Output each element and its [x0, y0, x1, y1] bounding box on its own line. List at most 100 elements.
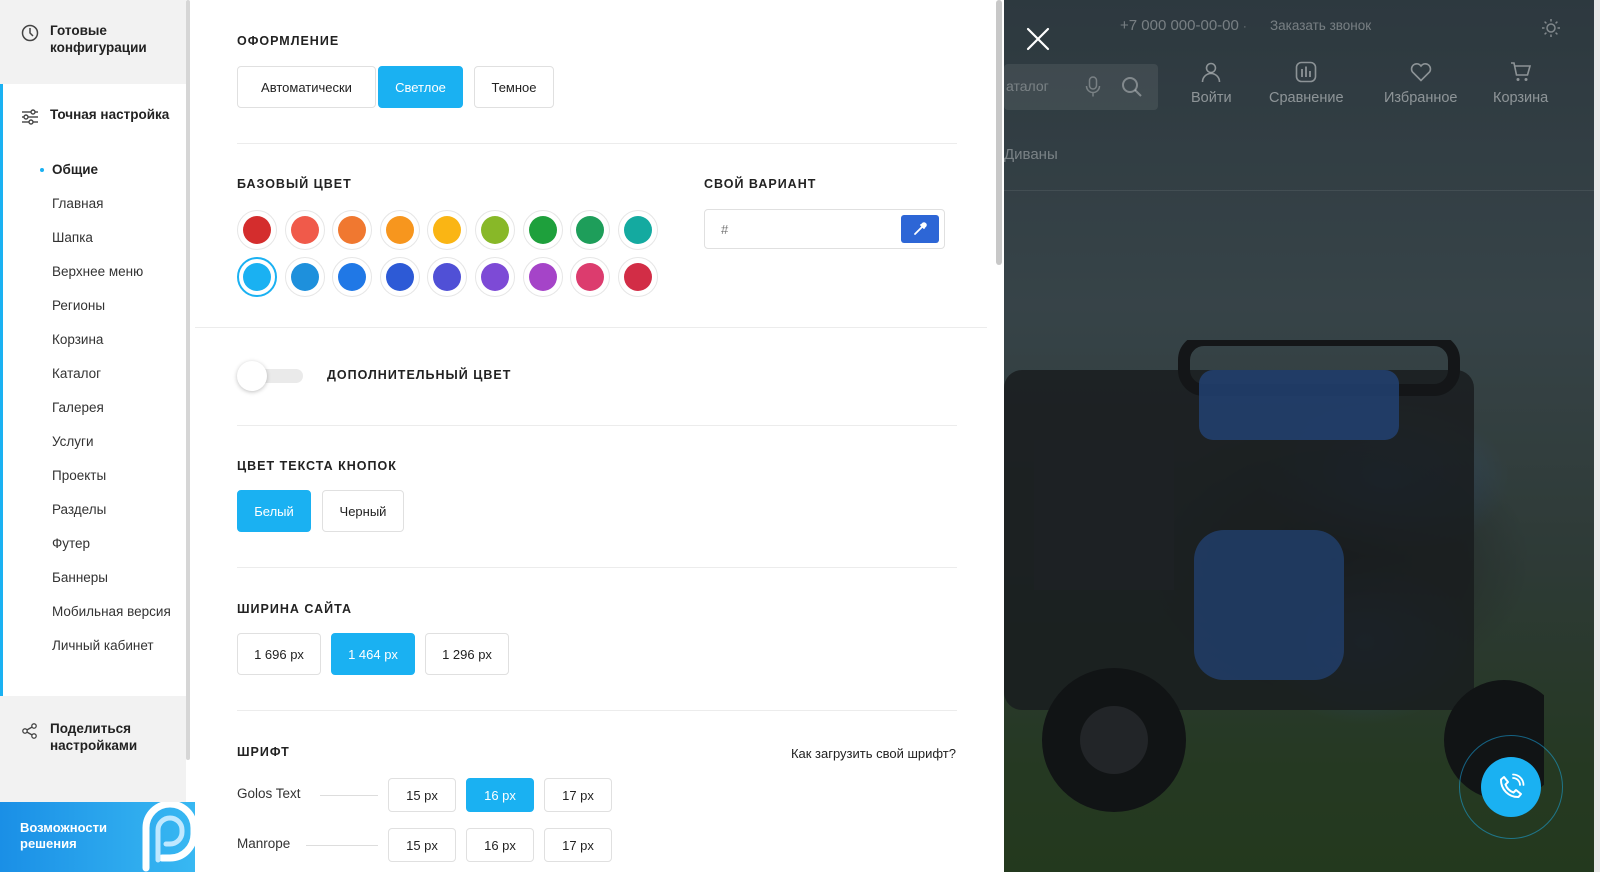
color-swatch-fill [290, 216, 319, 244]
nav-item[interactable]: Личный кабинет [52, 637, 177, 654]
font-size-option[interactable]: 17 px [544, 828, 612, 862]
color-swatch-fill [481, 216, 509, 244]
color-swatch-fill [528, 216, 557, 244]
divider [195, 327, 987, 328]
theme-option-button[interactable]: Автоматически [237, 66, 376, 108]
preview-login: Войти [1191, 60, 1232, 106]
theme-option-button[interactable]: Светлое [378, 66, 463, 108]
font-size-option[interactable]: 16 px [466, 828, 534, 862]
color-swatch[interactable] [379, 210, 420, 250]
color-swatch[interactable] [284, 257, 325, 297]
heart-icon [1410, 63, 1431, 82]
divider [237, 567, 957, 568]
color-swatch[interactable] [284, 210, 325, 250]
search-icon [1122, 77, 1142, 97]
configs-icon [21, 24, 39, 42]
font-name-label: Manrope [237, 836, 291, 851]
nav-item[interactable]: Галерея [52, 399, 177, 416]
nav-items-list: Общие Главная Шапка Верхнее меню Регионы Корз… [40, 161, 177, 671]
page-scrollbar[interactable] [1594, 0, 1600, 872]
site-width-title: ШИРИНА САЙТА [237, 602, 352, 616]
eyedropper-icon [914, 222, 927, 235]
color-picker-button[interactable] [901, 215, 939, 243]
nav-item[interactable]: Баннеры [52, 569, 177, 586]
color-swatch[interactable] [379, 257, 420, 297]
preview-search: аталог [1004, 64, 1158, 110]
button-text-option[interactable]: Белый [237, 490, 311, 532]
nav-scrollbar[interactable] [186, 0, 190, 760]
base-color-title: БАЗОВЫЙ ЦВЕТ [237, 177, 352, 191]
nav-ready-configs[interactable]: Готовые конфигурации [0, 0, 186, 84]
color-swatch[interactable] [570, 210, 611, 250]
share-icon [22, 723, 37, 739]
settings-panel [195, 0, 1002, 872]
toggle-knob [237, 361, 267, 391]
color-swatch-fill [385, 263, 414, 291]
font-size-option[interactable]: 16 px [466, 778, 534, 812]
site-width-option[interactable]: 1 296 px [425, 633, 509, 675]
phone-icon [1499, 773, 1525, 799]
close-icon[interactable] [1025, 26, 1051, 52]
color-swatch-fill [481, 263, 509, 291]
nav-item[interactable]: Разделы [52, 501, 177, 518]
color-swatch[interactable] [237, 210, 277, 250]
preview-compare: Сравнение [1269, 60, 1344, 106]
compare-icon [1295, 61, 1317, 83]
color-swatch[interactable] [570, 257, 611, 297]
nav-item[interactable]: Шапка [52, 229, 177, 246]
color-swatch-fill [243, 216, 271, 244]
nav-share-label: Поделиться настройками [50, 721, 138, 753]
upload-font-link[interactable]: Как загрузить свой шрифт? [791, 746, 956, 761]
font-size-option[interactable]: 15 px [388, 828, 456, 862]
site-width-option[interactable]: 1 464 px [331, 633, 415, 675]
color-swatch-fill [576, 216, 605, 244]
color-swatch[interactable] [522, 257, 563, 297]
color-swatch[interactable] [475, 257, 515, 297]
sliders-icon [22, 109, 38, 125]
callback-button[interactable] [1481, 757, 1541, 817]
color-swatch-fill [290, 263, 319, 291]
button-text-option[interactable]: Черный [322, 490, 404, 532]
color-swatch[interactable] [617, 210, 658, 250]
preview-search-text: аталог [1006, 78, 1049, 94]
color-swatch-fill [385, 216, 414, 244]
microphone-icon [1085, 76, 1101, 97]
color-swatch-fill [528, 263, 557, 291]
features-banner[interactable]: Возможности решения [0, 802, 195, 872]
nav-item[interactable]: Верхнее меню [52, 263, 177, 280]
color-swatch-fill [623, 263, 652, 291]
color-swatch[interactable] [522, 210, 563, 250]
color-swatch[interactable] [617, 257, 658, 297]
theme-option-button[interactable]: Темное [474, 66, 554, 108]
color-swatch[interactable] [475, 210, 515, 250]
nav-item[interactable]: Корзина [52, 331, 177, 348]
preview-menu-item: Диваны [1004, 146, 1058, 163]
nav-share-settings[interactable]: Поделиться настройками [0, 696, 186, 802]
nav-item[interactable]: Главная [52, 195, 177, 212]
color-swatch[interactable] [237, 257, 277, 297]
extra-color-title: ДОПОЛНИТЕЛЬНЫЙ ЦВЕТ [327, 368, 512, 382]
color-swatch-fill [338, 216, 367, 244]
nav-item[interactable]: Регионы [52, 297, 177, 314]
color-swatch[interactable] [332, 257, 373, 297]
preview-menu-divider [1004, 190, 1594, 191]
preview-call-link: Заказать звонок [1270, 18, 1372, 33]
nav-item[interactable]: Общие [40, 161, 177, 178]
nav-item[interactable]: Мобильная версия [52, 603, 177, 620]
settings-nav: Готовые конфигурации Точная настройка Об… [0, 0, 190, 872]
extra-color-toggle[interactable] [237, 361, 307, 391]
nav-item[interactable]: Каталог [52, 365, 177, 382]
panel-scrollbar[interactable] [996, 0, 1002, 265]
banner-text: Возможности решения [20, 820, 107, 851]
nav-item[interactable]: Проекты [52, 467, 177, 484]
color-swatch-fill [433, 216, 462, 244]
nav-item[interactable]: Услуги [52, 433, 177, 450]
cart-icon [1510, 62, 1531, 81]
site-width-option[interactable]: 1 696 px [237, 633, 321, 675]
divider [237, 425, 957, 426]
divider [237, 710, 957, 711]
nav-item[interactable]: Футер [52, 535, 177, 552]
font-size-option[interactable]: 15 px [388, 778, 456, 812]
font-size-option[interactable]: 17 px [544, 778, 612, 812]
color-swatch[interactable] [332, 210, 373, 250]
